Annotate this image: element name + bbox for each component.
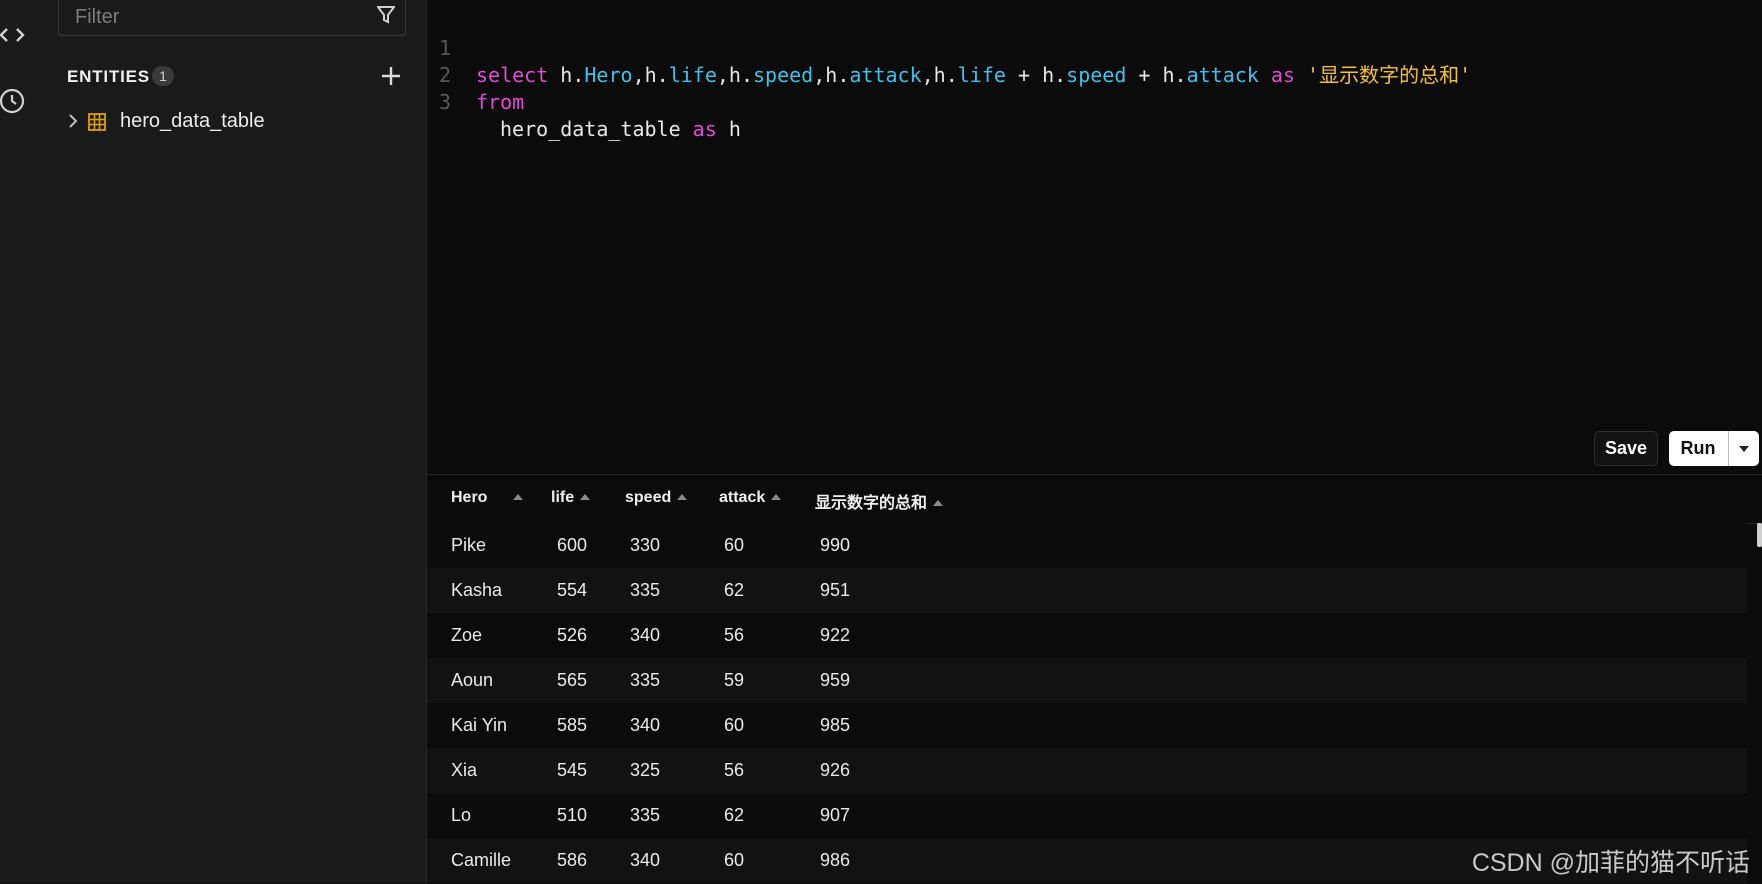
column-header-hero[interactable]: Hero (451, 489, 524, 507)
code-line-3: 3 hero_data_table as h (427, 62, 741, 141)
add-entity-button[interactable] (380, 65, 402, 87)
chevron-right-icon[interactable] (66, 112, 80, 130)
filter-box[interactable] (58, 0, 406, 36)
table-cell: 985 (820, 715, 851, 735)
code-line-2: 2 from (427, 35, 524, 114)
table-cell: 907 (820, 805, 851, 825)
table-cell: 60 (724, 715, 745, 735)
column-header-life[interactable]: life (551, 489, 591, 507)
table-cell: 526 (557, 625, 588, 645)
column-header-sum[interactable]: 显示数字的总和 (815, 489, 944, 513)
table-cell: Kai Yin (451, 715, 508, 735)
table-cell: 340 (630, 715, 661, 735)
table-row[interactable]: Lo 510 335 62 907 (427, 793, 1747, 838)
sort-arrow-icon (677, 494, 688, 500)
table-cell: 335 (630, 805, 661, 825)
line-number: 3 (438, 90, 452, 114)
table-cell: 330 (630, 535, 661, 555)
table-cell: 335 (630, 580, 661, 600)
table-row[interactable]: Kasha 554 335 62 951 (427, 568, 1747, 613)
sidebar: ENTITIES 1 hero_data_table (30, 0, 427, 883)
save-button[interactable]: Save (1594, 431, 1658, 466)
filter-input[interactable] (73, 3, 367, 31)
chevron-down-icon (1739, 446, 1749, 452)
table-cell: Zoe (451, 625, 483, 645)
table-row[interactable]: Xia 545 325 56 926 (427, 748, 1747, 793)
table-cell: 990 (820, 535, 851, 555)
column-header-speed[interactable]: speed (625, 489, 688, 507)
table-cell: Aoun (451, 670, 494, 690)
table-cell: 585 (557, 715, 588, 735)
table-cell: 926 (820, 760, 851, 780)
table-cell: 545 (557, 760, 588, 780)
filter-icon[interactable] (376, 5, 396, 25)
table-cell: 59 (724, 670, 745, 690)
table-cell: 600 (557, 535, 588, 555)
table-cell: 986 (820, 850, 851, 870)
table-cell: 60 (724, 850, 745, 870)
sql-editor[interactable]: 1 select h.Hero,h.life,h.speed,h.attack,… (427, 0, 1762, 474)
run-options-dropdown[interactable] (1729, 431, 1759, 466)
table-icon (88, 113, 106, 131)
table-row[interactable]: Aoun 565 335 59 959 (427, 658, 1747, 703)
sort-arrow-icon (933, 500, 944, 506)
table-cell: 56 (724, 760, 745, 780)
code-icon[interactable] (0, 20, 30, 50)
table-cell: 62 (724, 805, 745, 825)
entity-item-hero-data-table[interactable]: hero_data_table (66, 108, 396, 136)
table-cell: Camille (451, 850, 512, 870)
entities-heading: ENTITIES (67, 67, 150, 86)
run-button-group[interactable]: Run (1669, 431, 1759, 466)
results-header: Hero life speed attack 显示数字的总和 (427, 475, 1762, 524)
table-cell: 586 (557, 850, 588, 870)
column-header-attack[interactable]: attack (719, 489, 782, 507)
table-cell: 951 (820, 580, 851, 600)
table-cell: 335 (630, 670, 661, 690)
code-text: select h.Hero,h.life,h.speed,h.attack,h.… (476, 63, 1472, 87)
table-cell: 340 (630, 850, 661, 870)
watermark: CSDN @加菲的猫不听话 (1471, 849, 1750, 877)
table-row[interactable]: Kai Yin 585 340 60 985 (427, 703, 1747, 748)
table-cell: 554 (557, 580, 588, 600)
table-cell: 325 (630, 760, 661, 780)
history-icon[interactable] (0, 86, 30, 116)
table-cell: Kasha (451, 580, 503, 600)
table-row[interactable]: Pike 600 330 60 990 (427, 523, 1747, 568)
table-cell: Xia (451, 760, 478, 780)
table-row[interactable]: Zoe 526 340 56 922 (427, 613, 1747, 658)
table-cell: 56 (724, 625, 745, 645)
entity-name: hero_data_table (120, 110, 265, 132)
table-cell: 510 (557, 805, 588, 825)
table-cell: 62 (724, 580, 745, 600)
table-cell: 340 (630, 625, 661, 645)
table-cell: 959 (820, 670, 851, 690)
sort-arrow-icon (513, 494, 524, 500)
results-scrollbar[interactable] (1757, 523, 1762, 547)
code-line-1: 1 select h.Hero,h.life,h.speed,h.attack,… (427, 8, 1471, 87)
sort-arrow-icon (580, 494, 591, 500)
table-cell: Pike (451, 535, 487, 555)
table-cell: 922 (820, 625, 851, 645)
code-text: from (476, 90, 525, 114)
table-cell: 565 (557, 670, 588, 690)
code-text: hero_data_table as h (500, 117, 741, 141)
results-grid: Hero life speed attack 显示数字的总和 Pike 600 33… (427, 474, 1762, 884)
table-cell: 60 (724, 535, 745, 555)
sort-arrow-icon (771, 494, 782, 500)
entities-count-badge: 1 (152, 66, 174, 86)
run-button[interactable]: Run (1669, 431, 1727, 466)
table-cell: Lo (451, 805, 472, 825)
